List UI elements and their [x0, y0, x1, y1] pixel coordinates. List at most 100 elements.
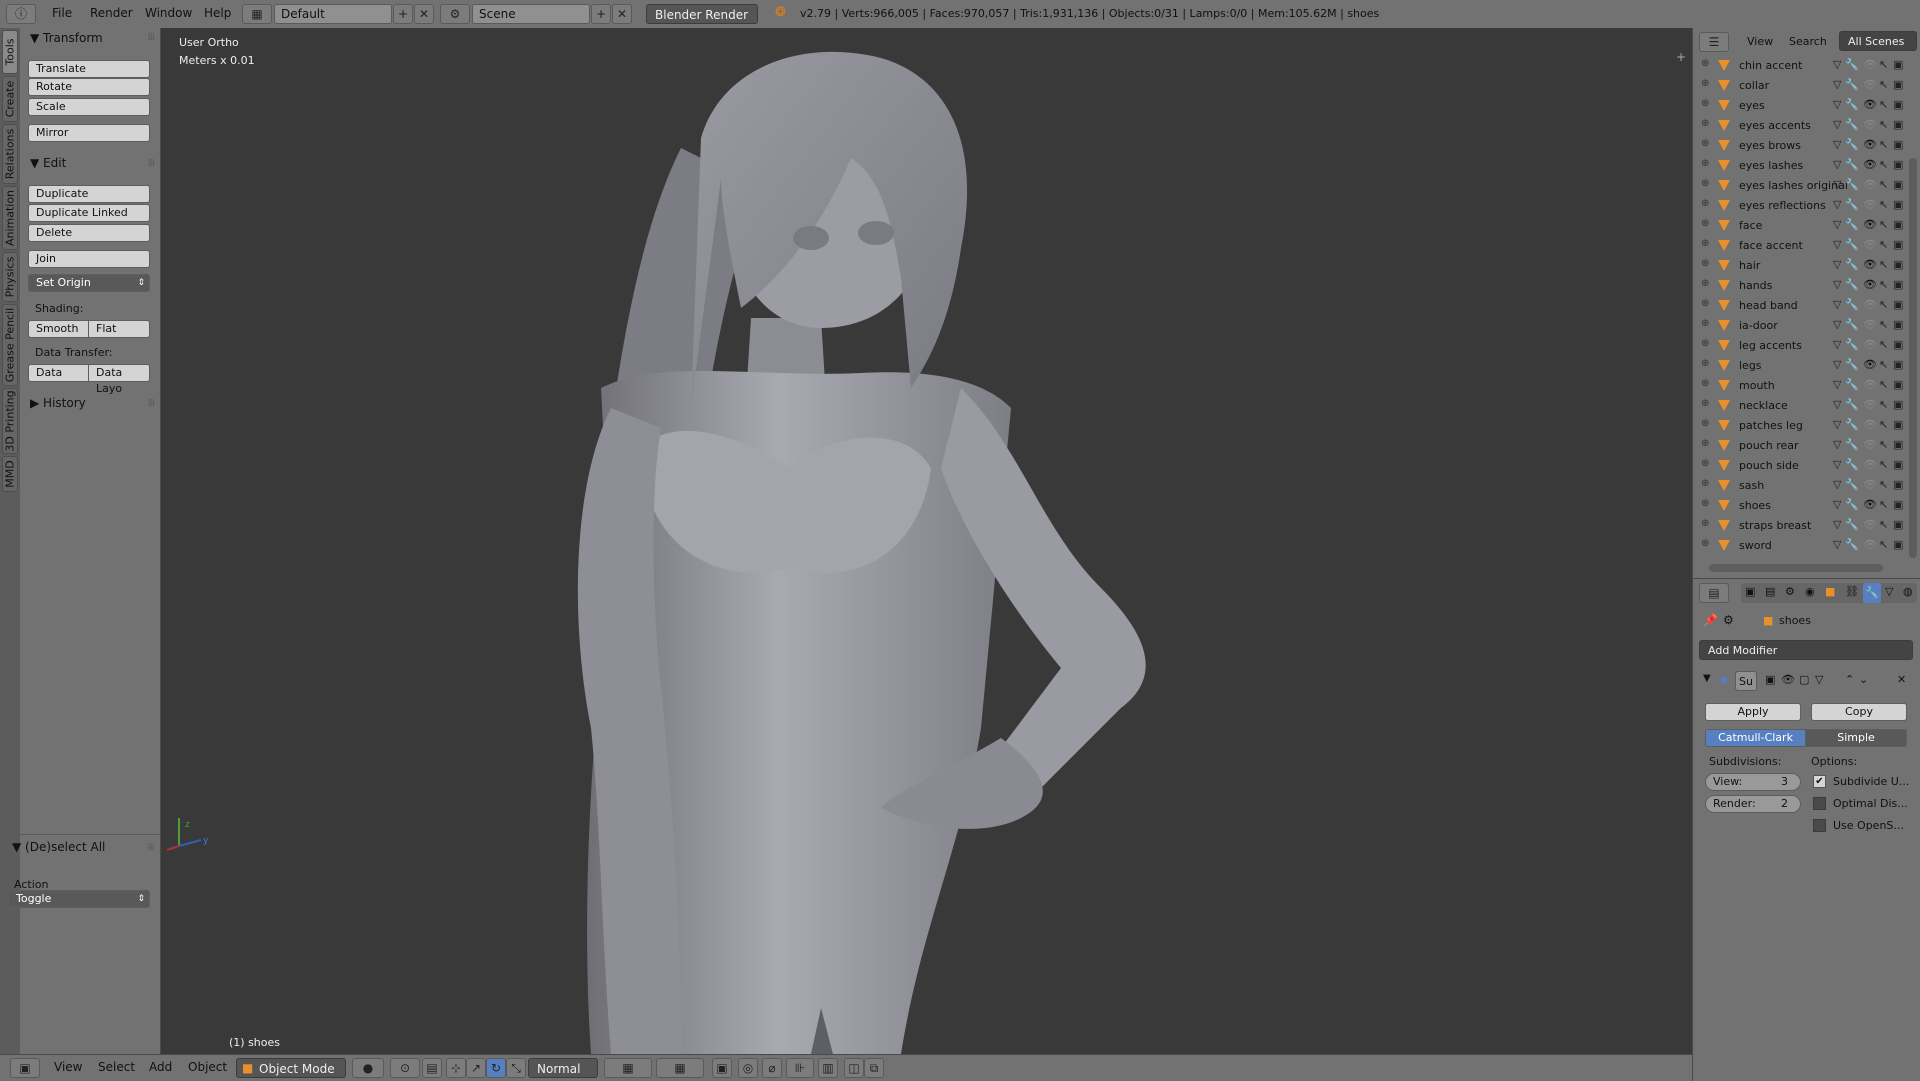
data-context-icon[interactable]: ▽ [1885, 585, 1893, 598]
render-camera-icon[interactable]: ▣ [1893, 198, 1903, 211]
visibility-eye-icon[interactable]: 👁 [1863, 58, 1877, 71]
add-modifier-dropdown[interactable]: Add Modifier [1699, 640, 1913, 660]
info-editor-type-button[interactable]: ⓘ [6, 4, 36, 24]
constraints-context-icon[interactable]: ⛓ [1845, 585, 1859, 598]
panel-grip-icon[interactable]: ⁞⁞⁞ [147, 32, 154, 43]
expand-icon[interactable]: ⊕ [1701, 398, 1709, 409]
outliner-item[interactable]: ⊕ eyes lashes original ▽ 🔧 👁 ↖ ▣ [1693, 176, 1903, 196]
selectable-cursor-icon[interactable]: ↖ [1879, 78, 1888, 91]
render-camera-icon[interactable]: ▣ [1893, 238, 1903, 251]
render-preview-icon[interactable]: ▥ [818, 1058, 838, 1078]
selectable-cursor-icon[interactable]: ↖ [1879, 478, 1888, 491]
selectable-cursor-icon[interactable]: ↖ [1879, 298, 1888, 311]
delete-screen-icon[interactable]: ✕ [414, 4, 434, 24]
expand-icon[interactable]: ⊕ [1701, 198, 1709, 209]
data-layout-button[interactable]: Data Layo [88, 364, 150, 395]
edit-panel-header[interactable]: ▼ Edit [30, 156, 66, 170]
menu-file[interactable]: File [52, 6, 72, 20]
render-camera-icon[interactable]: ▣ [1893, 278, 1903, 291]
simple-option[interactable]: Simple [1805, 729, 1907, 747]
selectable-cursor-icon[interactable]: ↖ [1879, 138, 1888, 151]
tab-tools[interactable]: Tools [2, 30, 18, 74]
selectable-cursor-icon[interactable]: ↖ [1879, 278, 1888, 291]
remove-modifier-icon[interactable]: ✕ [1897, 673, 1906, 686]
snap-element-icon[interactable]: ⊪ [786, 1058, 814, 1078]
selectable-cursor-icon[interactable]: ↖ [1879, 258, 1888, 271]
action-dropdown[interactable]: Toggle ⇕ [8, 890, 150, 908]
render-camera-icon[interactable]: ▣ [1893, 378, 1903, 391]
data-transfer-button[interactable]: Data [28, 364, 89, 382]
snap-toggle-icon[interactable]: ⌀ [762, 1058, 782, 1078]
layers-grid-icon[interactable]: ▦ [604, 1058, 652, 1078]
render-camera-icon[interactable]: ▣ [1893, 438, 1903, 451]
world-context-icon[interactable]: ◉ [1805, 585, 1815, 598]
visibility-eye-icon[interactable]: 👁 [1863, 238, 1877, 251]
expand-icon[interactable]: ⊕ [1701, 78, 1709, 89]
pivot-point-icon[interactable]: ⊙ [390, 1058, 420, 1078]
subdivide-uvs-checkbox[interactable]: ✔ [1813, 775, 1826, 788]
render-levels-field[interactable]: Render: 2 [1705, 795, 1801, 813]
outliner-item[interactable]: ⊕ straps breast ▽ 🔧 👁 ↖ ▣ [1693, 516, 1903, 536]
expand-icon[interactable]: ⊕ [1701, 458, 1709, 469]
selectable-cursor-icon[interactable]: ↖ [1879, 338, 1888, 351]
layers-grid-2-icon[interactable]: ▦ [656, 1058, 704, 1078]
menu-add[interactable]: Add [149, 1060, 172, 1074]
outliner-item[interactable]: ⊕ face accent ▽ 🔧 👁 ↖ ▣ [1693, 236, 1903, 256]
modifiers-context-icon[interactable]: 🔧 [1863, 583, 1881, 603]
selectable-cursor-icon[interactable]: ↖ [1879, 58, 1888, 71]
material-context-icon[interactable]: ◍ [1903, 585, 1913, 598]
render-camera-icon[interactable]: ▣ [1893, 178, 1903, 191]
visibility-eye-icon[interactable]: 👁 [1863, 158, 1877, 171]
visibility-eye-icon[interactable]: 👁 [1863, 98, 1877, 111]
visibility-eye-icon[interactable]: 👁 [1863, 478, 1877, 491]
expand-icon[interactable]: ⊕ [1701, 438, 1709, 449]
visibility-eye-icon[interactable]: 👁 [1863, 438, 1877, 451]
view-levels-field[interactable]: View: 3 [1705, 773, 1801, 791]
rotate-button[interactable]: Rotate [28, 78, 150, 96]
scale-manipulator-icon[interactable]: ⤡ [506, 1058, 526, 1078]
expand-icon[interactable]: ⊕ [1701, 378, 1709, 389]
delete-button[interactable]: Delete [28, 224, 150, 242]
tab-animation[interactable]: Animation [2, 186, 18, 250]
visibility-eye-icon[interactable]: 👁 [1863, 178, 1877, 191]
scene-context-icon[interactable]: ⚙ [1785, 585, 1795, 598]
apply-button[interactable]: Apply [1705, 703, 1801, 721]
editor-type-icon[interactable]: ▣ [10, 1058, 40, 1078]
selectable-cursor-icon[interactable]: ↖ [1879, 538, 1888, 551]
outliner-item[interactable]: ⊕ pouch rear ▽ 🔧 👁 ↖ ▣ [1693, 436, 1903, 456]
visibility-eye-icon[interactable]: 👁 [1863, 118, 1877, 131]
render-camera-icon[interactable]: ▣ [1893, 118, 1903, 131]
render-camera-icon[interactable]: ▣ [1893, 78, 1903, 91]
edit-cage-icon[interactable]: ▣ [1765, 673, 1775, 686]
outliner-item[interactable]: ⊕ sash ▽ 🔧 👁 ↖ ▣ [1693, 476, 1903, 496]
expand-icon[interactable]: ⊕ [1701, 238, 1709, 249]
scene-icon[interactable]: ⚙ [440, 4, 470, 24]
visibility-eye-icon[interactable]: 👁 [1863, 78, 1877, 91]
duplicate-linked-button[interactable]: Duplicate Linked [28, 204, 150, 222]
selectable-cursor-icon[interactable]: ↖ [1879, 518, 1888, 531]
panel-grip-icon[interactable]: ⁞⁞⁞ [147, 158, 154, 169]
render-camera-icon[interactable]: ▣ [1893, 218, 1903, 231]
render-camera-icon[interactable]: ▣ [1893, 318, 1903, 331]
visibility-eye-icon[interactable]: 👁 [1863, 378, 1877, 391]
outliner-item[interactable]: ⊕ patches leg ▽ 🔧 👁 ↖ ▣ [1693, 416, 1903, 436]
selectable-cursor-icon[interactable]: ↖ [1879, 118, 1888, 131]
menu-view[interactable]: View [54, 1060, 82, 1074]
outliner-item[interactable]: ⊕ eyes accents ▽ 🔧 👁 ↖ ▣ [1693, 116, 1903, 136]
transform-panel-header[interactable]: ▼ Transform [30, 31, 103, 45]
expand-icon[interactable]: ⊕ [1701, 218, 1709, 229]
outliner-item[interactable]: ⊕ face ▽ 🔧 👁 ↖ ▣ [1693, 216, 1903, 236]
proportional-edit-icon[interactable]: ◎ [738, 1058, 758, 1078]
expand-icon[interactable]: ⊕ [1701, 138, 1709, 149]
viewport-shading-icon[interactable]: ● [352, 1058, 384, 1078]
selectable-cursor-icon[interactable]: ↖ [1879, 378, 1888, 391]
render-camera-icon[interactable]: ▣ [1893, 138, 1903, 151]
pin-icon[interactable]: 📌 [1703, 613, 1718, 627]
expand-icon[interactable]: ⊕ [1701, 498, 1709, 509]
outliner-item[interactable]: ⊕ chin accent ▽ 🔧 👁 ↖ ▣ [1693, 56, 1903, 76]
menu-window[interactable]: Window [145, 6, 192, 20]
outliner-item[interactable]: ⊕ eyes reflections ▽ 🔧 👁 ↖ ▣ [1693, 196, 1903, 216]
expand-icon[interactable]: ⊕ [1701, 58, 1709, 69]
outliner-item[interactable]: ⊕ hair ▽ 🔧 👁 ↖ ▣ [1693, 256, 1903, 276]
tab-physics[interactable]: Physics [2, 252, 18, 302]
